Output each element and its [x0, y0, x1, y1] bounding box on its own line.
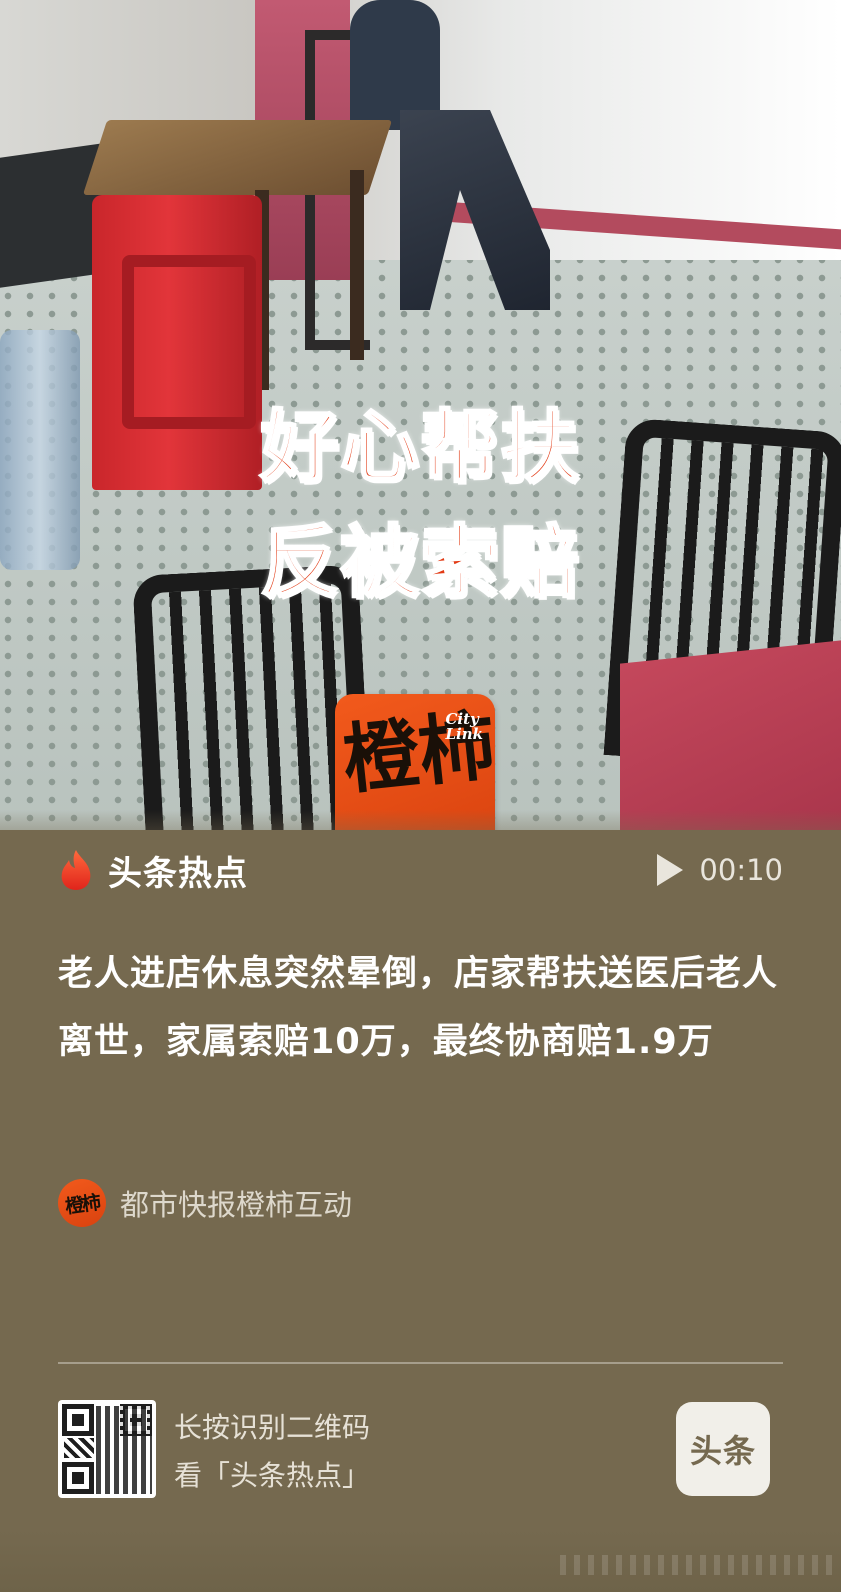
app-logo-text: 头条	[689, 1432, 756, 1470]
video-overlay-line2: 反被索赔	[259, 517, 581, 610]
author-row[interactable]: 橙柿 都市快报橙柿互动	[58, 1178, 352, 1228]
flame-icon	[61, 850, 91, 890]
scene-table	[82, 120, 393, 195]
video-thumbnail[interactable]: 好心帮扶 反被索赔 橙柿 City Link	[0, 0, 841, 830]
toutiao-app-logo: 头条	[676, 1402, 770, 1496]
qr-corner	[62, 1404, 94, 1436]
divider	[58, 1362, 783, 1364]
scene-table-leg	[350, 170, 364, 360]
bottom-decoration	[560, 1555, 840, 1575]
duration-text: 00:10	[699, 853, 783, 887]
qr-instructions: 长按识别二维码 看「头条热点」	[174, 1404, 370, 1500]
qr-code[interactable]	[58, 1400, 156, 1498]
article-headline[interactable]: 老人进店休息突然晕倒，店家帮扶送医后老人离世，家属索赔10万，最终协商赔1.9万	[58, 940, 778, 1076]
author-avatar: 橙柿	[58, 1179, 106, 1227]
video-overlay-line1: 好心帮扶	[259, 402, 581, 495]
source-label: 头条热点	[108, 853, 248, 894]
author-avatar-text: 橙柿	[63, 1191, 101, 1218]
author-name: 都市快报橙柿互动	[120, 1188, 353, 1222]
source-row: 头条热点 00:10	[58, 845, 783, 895]
play-icon[interactable]	[657, 854, 684, 886]
qr-modules	[96, 1406, 152, 1494]
qr-line1: 长按识别二维码	[174, 1411, 371, 1444]
logo-link: Link	[445, 725, 483, 743]
qr-corner	[62, 1462, 94, 1494]
scene-red-table	[620, 636, 841, 830]
qr-line2: 看「头条热点」	[174, 1459, 371, 1492]
qr-modules	[64, 1438, 94, 1458]
image-fade	[0, 810, 841, 830]
logo-city-text: City Link	[445, 712, 483, 742]
video-duration[interactable]: 00:10	[657, 853, 783, 887]
